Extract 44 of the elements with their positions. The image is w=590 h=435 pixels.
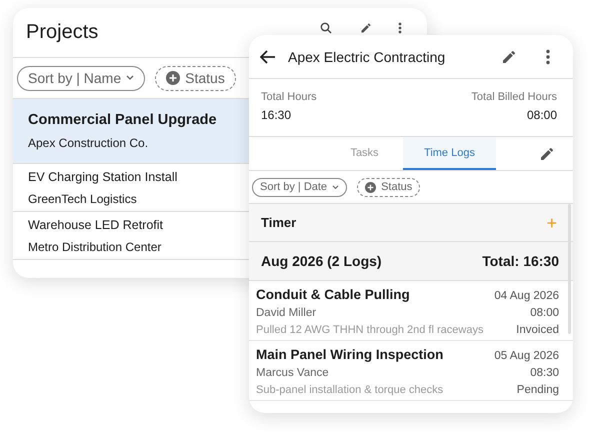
sort-chip[interactable]: Sort by | Name [17, 66, 146, 90]
log-note: Pulled 12 AWG THHN through 2nd fl raceways [256, 324, 484, 336]
project-item[interactable]: Commercial Panel Upgrade Apex Construction Co. [13, 99, 249, 164]
add-icon [166, 71, 180, 85]
client-name: Metro Distribution Center [28, 240, 162, 254]
project-name: Warehouse LED Retrofit [28, 218, 164, 232]
log-hours: 08:00 [530, 307, 559, 319]
log-note: Sub-panel installation & torque checks [256, 384, 444, 396]
more-icon[interactable] [397, 22, 403, 34]
caret-icon [126, 75, 134, 81]
timer-label: Timer [261, 215, 296, 230]
pencil-icon[interactable] [539, 146, 555, 162]
total-label: Total Billed Hours [471, 91, 557, 103]
total-label: Total Hours [261, 91, 317, 103]
status-chip[interactable]: Status [155, 66, 236, 90]
log-date: 04 Aug 2026 [494, 290, 559, 302]
pencil-icon[interactable] [501, 48, 517, 64]
log-date: 05 Aug 2026 [494, 350, 559, 362]
total-value: 08:00 [526, 108, 557, 122]
log-status: Pending [516, 384, 559, 396]
window-title: Projects [26, 21, 98, 44]
project-name: EV Charging Station Install [28, 170, 178, 184]
more-icon[interactable] [545, 48, 551, 64]
tab[interactable]: Time Logs [403, 137, 496, 170]
client-name: Apex Construction Co. [28, 136, 150, 150]
person-name: Marcus Vance [256, 367, 329, 379]
client-name: GreenTech Logistics [28, 192, 138, 206]
group-total: Total: 16:30 [482, 253, 559, 269]
task-name: Conduit & Cable Pulling [256, 287, 410, 302]
status-chip[interactable]: Status [357, 178, 420, 196]
scrollbar[interactable] [568, 204, 571, 334]
project-name: Commercial Panel Upgrade [28, 112, 218, 128]
person-name: David Miller [256, 307, 316, 319]
caret-icon [332, 184, 340, 190]
back-arrow-icon[interactable] [260, 50, 276, 64]
window-title: Apex Electric Contracting [288, 48, 446, 64]
log-status: Invoiced [516, 324, 559, 336]
log-entry[interactable]: Main Panel Wiring Inspection 05 Aug 2026 Marcus Vance 08:30 Sub-panel installation & torque checks Pending [249, 341, 573, 401]
log-hours: 08:30 [530, 367, 559, 379]
group-label: Aug 2026 (2 Logs) [261, 253, 382, 269]
add-icon [365, 182, 376, 192]
total-value: 16:30 [261, 108, 292, 122]
sort-chip[interactable]: Sort by | Date [252, 178, 348, 196]
task-name: Main Panel Wiring Inspection [256, 347, 444, 362]
